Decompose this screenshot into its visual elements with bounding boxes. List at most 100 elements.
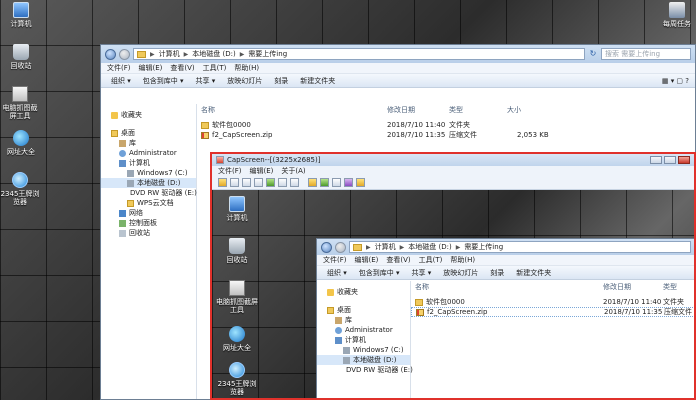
computer-icon xyxy=(335,336,342,344)
address-bar[interactable]: ▶ 计算机 ▶ 本地磁盘 (D:) ▶ 需要上传ing xyxy=(133,48,585,60)
maximize-button[interactable] xyxy=(664,156,676,164)
capscreen-toolbar xyxy=(212,176,694,190)
file-name: 软件包0000 xyxy=(212,121,251,129)
view-options-icon[interactable]: ▦ ▾ ▢ ? xyxy=(662,77,689,85)
minimize-button[interactable] xyxy=(650,156,662,164)
nav-item-label: 计算机 xyxy=(129,159,150,167)
save-icon[interactable] xyxy=(230,178,239,187)
copy-icon[interactable] xyxy=(332,178,341,187)
nav-item-label: 桌面 xyxy=(337,306,351,314)
desktop-icon-label: 2345王牌浏览器 xyxy=(217,380,257,396)
capscreen-window: CapScreen--[(3225x2685)] 文件(F) 编辑(E) 关于(… xyxy=(210,152,696,400)
nav-item-label: Administrator xyxy=(129,149,177,157)
column-name[interactable]: 名称 xyxy=(201,105,215,115)
burn-button: 刻录 xyxy=(490,268,505,277)
desktop-icon-capture-tool[interactable]: 电脑抓图截屏工具 xyxy=(0,86,40,120)
include-in-library-button[interactable]: 包含到库中 ▾ xyxy=(143,76,184,86)
column-type[interactable]: 类型 xyxy=(449,105,463,115)
desktop-icon-browser[interactable]: 2345王牌浏览器 xyxy=(0,172,40,206)
new-folder-button[interactable]: 新建文件夹 xyxy=(300,76,335,86)
refresh-icon[interactable]: ↻ xyxy=(588,49,598,59)
edit-icon[interactable] xyxy=(308,178,317,187)
folder-icon[interactable] xyxy=(356,178,365,187)
nav-item-libraries[interactable]: 库 xyxy=(101,138,196,148)
file-type: 压缩文件 xyxy=(664,308,692,316)
share-button: 共享 ▾ xyxy=(411,268,432,277)
library-icon xyxy=(335,316,342,324)
nav-item-dvd-e[interactable]: DVD RW 驱动器 (E:) xyxy=(101,188,197,198)
user-icon xyxy=(119,149,126,157)
nav-item-drive-c[interactable]: Windows7 (C:) xyxy=(101,168,196,178)
nav-item-drive-d[interactable]: 本地磁盘 (D:) xyxy=(101,178,196,188)
nav-item-drive-c: Windows7 (C:) xyxy=(317,345,410,355)
menu-file: 文件(F) xyxy=(323,256,347,264)
nav-item-label: 收藏夹 xyxy=(337,288,358,296)
back-button xyxy=(321,241,332,253)
desktop-icon-computer[interactable]: 计算机 xyxy=(2,2,40,28)
fullscreen-icon[interactable] xyxy=(290,178,299,187)
tool-icon[interactable] xyxy=(320,178,329,187)
menu-file[interactable]: 文件(F) xyxy=(218,166,242,176)
slideshow-button[interactable]: 放映幻灯片 xyxy=(227,76,262,86)
computer-icon xyxy=(13,2,29,18)
menu-help[interactable]: 帮助(H) xyxy=(234,63,259,73)
nav-item-drive-d: 本地磁盘 (D:) xyxy=(317,355,410,365)
nav-item-computer[interactable]: 计算机 xyxy=(101,158,196,168)
chevron-right-icon: ▶ xyxy=(183,50,189,58)
burn-button[interactable]: 刻录 xyxy=(274,76,288,86)
back-button[interactable] xyxy=(105,48,116,60)
file-type: 文件夹 xyxy=(449,121,470,129)
menu-view: 查看(V) xyxy=(386,256,411,264)
region-icon[interactable] xyxy=(266,178,275,187)
nav-item-administrator: Administrator xyxy=(317,325,410,335)
desktop-icon-label: 电脑抓图截屏工具 xyxy=(2,104,38,120)
file-row[interactable]: 软件包0000 2018/7/10 11:40 文件夹 xyxy=(197,120,695,130)
capture-icon[interactable] xyxy=(254,178,263,187)
open-icon[interactable] xyxy=(218,178,227,187)
column-name: 名称 xyxy=(415,283,429,291)
breadcrumb-item[interactable]: 本地磁盘 (D:) xyxy=(192,49,235,59)
search-input[interactable]: 搜索 需要上传ing xyxy=(601,48,691,60)
column-size[interactable]: 大小 xyxy=(507,105,521,115)
menu-help: 帮助(H) xyxy=(450,256,476,264)
desktop-icon-label: 计算机 xyxy=(226,214,248,222)
capture-tool-icon xyxy=(229,280,245,296)
menu-edit[interactable]: 编辑(E) xyxy=(250,166,274,176)
nav-item-favorites[interactable]: 收藏夹 xyxy=(101,110,196,120)
chevron-right-icon: ▶ xyxy=(366,243,371,251)
close-button[interactable] xyxy=(678,156,690,164)
desktop-icon-recycle-bin[interactable]: 回收站 xyxy=(2,44,40,70)
menu-tools[interactable]: 工具(T) xyxy=(203,63,227,73)
nav-item-control-panel[interactable]: 控制面板 xyxy=(101,218,196,228)
share-button[interactable]: 共享 ▾ xyxy=(196,76,216,86)
nav-item-network[interactable]: 网络 xyxy=(101,208,196,218)
window-capture-icon[interactable] xyxy=(278,178,287,187)
menu-about[interactable]: 关于(A) xyxy=(281,166,305,176)
desktop-icon-label: 计算机 xyxy=(10,20,32,28)
menu-view[interactable]: 查看(V) xyxy=(170,63,194,73)
column-date[interactable]: 修改日期 xyxy=(387,105,415,115)
print-icon[interactable] xyxy=(242,178,251,187)
nav-item-administrator[interactable]: Administrator xyxy=(101,148,196,158)
nav-item-recycle-bin[interactable]: 回收站 xyxy=(101,228,196,238)
nav-item-desktop[interactable]: 桌面 xyxy=(101,128,196,138)
desktop-icon-capture-tool: 电脑抓图截屏工具 xyxy=(216,280,258,314)
nav-item-label: 本地磁盘 (D:) xyxy=(137,179,181,187)
organize-button[interactable]: 组织 ▾ xyxy=(111,76,131,86)
breadcrumb-item[interactable]: 计算机 xyxy=(159,49,180,59)
breadcrumb-item[interactable]: 需要上传ing xyxy=(248,49,287,59)
recycle-bin-icon xyxy=(13,44,29,60)
nav-item-label: 回收站 xyxy=(129,229,150,237)
nav-item-wps-cloud[interactable]: WPS云文档 xyxy=(101,198,196,208)
forward-button[interactable] xyxy=(119,48,130,60)
column-headers: 名称 修改日期 类型 大小 xyxy=(197,104,695,116)
menu-bar: 文件(F) 编辑(E) 查看(V) 工具(T) 帮助(H) xyxy=(101,63,695,74)
menu-file[interactable]: 文件(F) xyxy=(107,63,131,73)
color-icon[interactable] xyxy=(344,178,353,187)
desktop-icon-games[interactable]: 每周任务 xyxy=(658,2,696,28)
menu-edit[interactable]: 编辑(E) xyxy=(139,63,163,73)
desktop-icon-web-directory[interactable]: 网址大全 xyxy=(2,130,40,156)
drive-icon xyxy=(343,356,350,364)
file-name: 软件包0000 xyxy=(426,298,465,306)
file-row[interactable]: f2_CapScreen.zip 2018/7/10 11:35 压缩文件 2,… xyxy=(197,130,695,140)
